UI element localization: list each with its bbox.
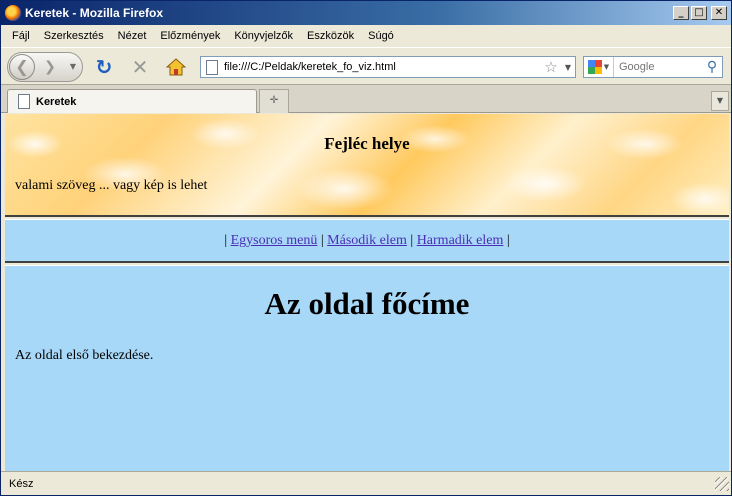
header-title: Fejléc helye (324, 134, 410, 153)
menu-bar: Fájl Szerkesztés Nézet Előzmények Könyvj… (1, 25, 731, 47)
menu-link-egysoros[interactable]: Egysoros menü (231, 233, 318, 248)
window-controls: _ □ ✕ (673, 6, 727, 20)
forward-button[interactable]: ❯ (38, 57, 62, 77)
stop-icon: ✕ (131, 55, 149, 79)
header-frame: Fejléc helye valami szöveg ... vagy kép … (5, 114, 729, 215)
menu-separator: | (410, 233, 414, 248)
navigation-toolbar: ❮ ❯ ▼ ↻ ✕ file:///C:/Peldak/keretek_fo_v… (1, 47, 731, 85)
menu-link-masodik[interactable]: Második elem (327, 233, 407, 248)
search-input[interactable] (614, 61, 702, 73)
menu-bookmarks[interactable]: Könyvjelzők (227, 30, 300, 42)
minimize-button[interactable]: _ (673, 6, 689, 20)
maximize-button[interactable]: □ (691, 6, 707, 20)
url-dropdown-button[interactable]: ▼ (561, 63, 575, 72)
tab-keretek[interactable]: Keretek (7, 89, 257, 113)
address-bar[interactable]: file:///C:/Peldak/keretek_fo_viz.html ☆ … (200, 56, 576, 78)
back-button[interactable]: ❮ (9, 54, 35, 80)
page-icon (18, 94, 30, 109)
menu-frame: | Egysoros menü | Második elem | Harmadi… (5, 220, 729, 261)
search-button[interactable]: ⚲ (702, 59, 722, 75)
status-text: Kész (9, 477, 34, 490)
header-subtitle: valami szöveg ... vagy kép is lehet (15, 178, 208, 193)
menu-tools[interactable]: Eszközök (300, 30, 361, 42)
window-title: Keretek - Mozilla Firefox (25, 6, 164, 20)
google-icon (587, 60, 602, 74)
menu-history[interactable]: Előzmények (153, 30, 227, 42)
magnifier-icon: ⚲ (706, 59, 718, 75)
chevron-down-icon: ▼ (564, 62, 572, 72)
stop-button[interactable]: ✕ (129, 56, 151, 78)
resize-grip-icon[interactable] (715, 476, 729, 491)
home-icon (165, 58, 187, 76)
url-text[interactable]: file:///C:/Peldak/keretek_fo_viz.html (224, 61, 541, 73)
firefox-logo-icon (5, 5, 21, 21)
reload-icon: ↻ (95, 55, 113, 79)
menu-edit[interactable]: Szerkesztés (37, 30, 111, 42)
first-paragraph: Az oldal első bekezdése. (15, 348, 154, 363)
page-title: Az oldal főcíme (264, 286, 470, 321)
menu-separator: | (224, 233, 228, 248)
plus-icon: ✛ (269, 95, 279, 106)
tab-list-button[interactable]: ▼ (711, 91, 729, 111)
tab-label: Keretek (36, 95, 77, 108)
menu-link-harmadik[interactable]: Harmadik elem (417, 233, 504, 248)
title-bar: Keretek - Mozilla Firefox _ □ ✕ (1, 1, 731, 25)
menu-separator: | (320, 233, 324, 248)
menu-separator: | (506, 233, 510, 248)
status-bar: Kész (1, 471, 731, 495)
back-arrow-icon: ❮ (15, 57, 29, 76)
page-content: Fejléc helye valami szöveg ... vagy kép … (5, 114, 729, 471)
tab-strip: Keretek ✛ ▼ (1, 85, 731, 113)
bookmark-star-button[interactable]: ☆ (541, 58, 561, 76)
page-icon (206, 59, 218, 75)
menu-file[interactable]: Fájl (5, 30, 37, 42)
chevron-down-icon: ▼ (716, 96, 724, 105)
star-icon: ☆ (544, 58, 558, 76)
chevron-down-icon: ▼ (603, 63, 610, 71)
close-button[interactable]: ✕ (711, 6, 727, 20)
search-bar: ▼ ⚲ (583, 56, 723, 78)
chevron-down-icon: ▼ (69, 62, 77, 71)
back-forward-group: ❮ ❯ ▼ (7, 52, 83, 82)
home-button[interactable] (165, 56, 187, 78)
menu-view[interactable]: Nézet (111, 30, 154, 42)
history-dropdown-button[interactable]: ▼ (66, 59, 80, 75)
reload-button[interactable]: ↻ (93, 56, 115, 78)
main-frame: Az oldal főcíme Az oldal első bekezdése. (5, 266, 729, 471)
search-engine-button[interactable]: ▼ (584, 57, 614, 77)
new-tab-button[interactable]: ✛ (259, 89, 289, 113)
browser-window: Keretek - Mozilla Firefox _ □ ✕ Fájl Sze… (0, 0, 732, 496)
menu-help[interactable]: Súgó (361, 30, 401, 42)
forward-arrow-icon: ❯ (44, 59, 56, 75)
